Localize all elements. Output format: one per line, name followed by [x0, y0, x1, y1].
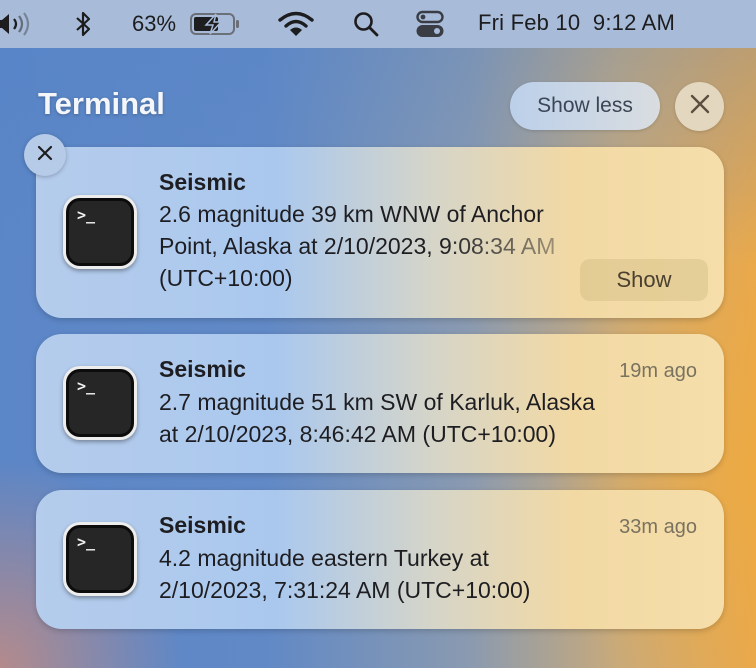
battery-percentage[interactable]: 63% — [132, 11, 176, 37]
notification-card[interactable]: >_ Seismic 19m ago 2.7 magnitude 51 km S… — [36, 334, 724, 473]
terminal-icon: >_ — [63, 366, 137, 440]
show-less-button[interactable]: Show less — [510, 82, 660, 130]
notification-time: 19m ago — [619, 360, 697, 382]
notification-group-title: Terminal — [38, 86, 165, 121]
notification-body: 2.6 magnitude 39 km WNW of Anchor Point,… — [159, 201, 556, 291]
menu-bar: 63% Fri Feb 10 9:12 AM — [0, 0, 756, 48]
terminal-icon: >_ — [63, 195, 137, 269]
volume-icon[interactable] — [0, 12, 34, 42]
close-icon — [37, 145, 53, 166]
close-icon — [690, 94, 710, 119]
notification-body: 2.7 magnitude 51 km SW of Karluk, Alaska… — [159, 389, 595, 447]
spotlight-search-icon[interactable] — [353, 11, 379, 43]
menu-bar-clock[interactable]: Fri Feb 10 9:12 AM — [478, 10, 675, 36]
wifi-icon[interactable] — [278, 11, 314, 43]
notification-card[interactable]: >_ Seismic 33m ago 4.2 magnitude eastern… — [36, 490, 724, 629]
notification-title: Seismic — [159, 169, 246, 195]
notification-time: 33m ago — [619, 516, 697, 538]
dismiss-notification-button[interactable] — [24, 134, 66, 176]
control-center-icon[interactable] — [416, 10, 444, 44]
notification-body: 4.2 magnitude eastern Turkey at 2/10/202… — [159, 545, 531, 603]
notification-title: Seismic — [159, 356, 246, 382]
notification-card[interactable]: >_ Seismic 2.6 magnitude 39 km WNW of An… — [36, 147, 724, 318]
bluetooth-icon[interactable] — [74, 10, 94, 44]
terminal-icon: >_ — [63, 522, 137, 596]
notification-title: Seismic — [159, 512, 246, 538]
clear-group-button[interactable] — [675, 82, 724, 131]
show-button[interactable]: Show — [580, 259, 708, 301]
battery-charging-icon[interactable] — [190, 13, 242, 41]
